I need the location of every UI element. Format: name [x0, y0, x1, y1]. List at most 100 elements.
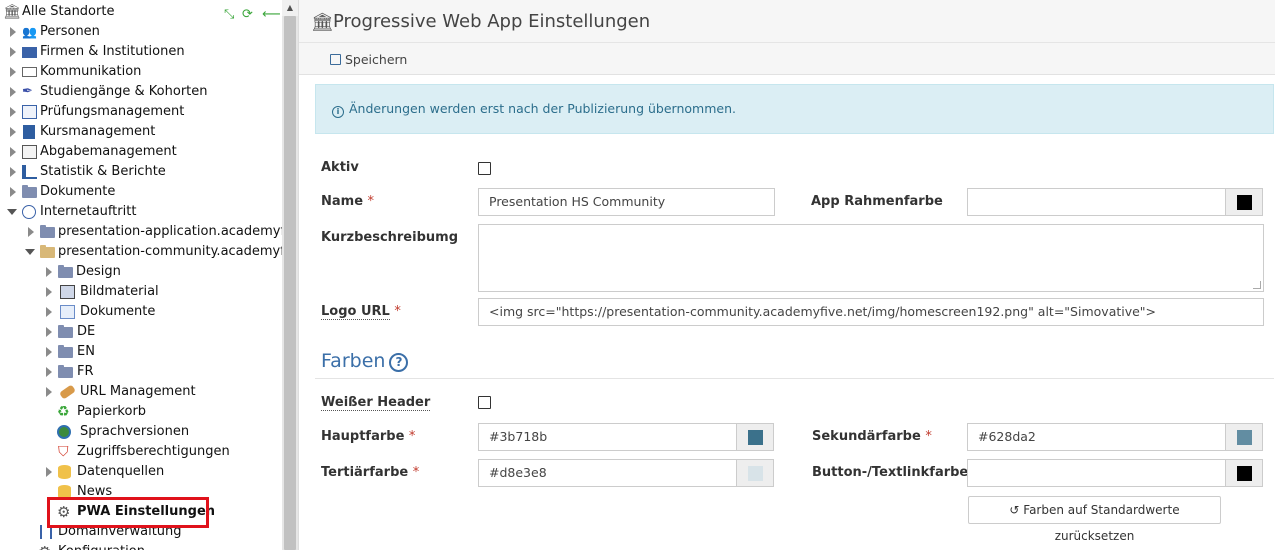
- tree-item-label: Personen: [40, 24, 100, 39]
- active-checkbox[interactable]: [478, 162, 491, 175]
- expand-icon[interactable]: [46, 267, 52, 277]
- logo-url-label: Logo URL *: [321, 304, 401, 320]
- mail-icon: [22, 67, 37, 77]
- expand-icon[interactable]: [10, 67, 16, 77]
- resize-grip-icon[interactable]: [1253, 281, 1261, 289]
- expand-icon[interactable]: [46, 347, 52, 357]
- tree-item-design[interactable]: Design: [0, 262, 282, 282]
- expand-icon[interactable]: [10, 47, 16, 57]
- tree-item-url-management[interactable]: URL Management: [0, 382, 282, 402]
- primary-color-label: Hauptfarbe *: [321, 429, 416, 444]
- folder-icon: [40, 225, 55, 238]
- colors-section-heading: Farben?: [321, 348, 409, 374]
- people-icon: 👥: [22, 25, 37, 39]
- section-divider: [315, 378, 1274, 379]
- tree-item-datenquellen[interactable]: Datenquellen: [0, 462, 282, 482]
- tree-item-label: Internetauftritt: [40, 204, 137, 219]
- frame-color-picker[interactable]: [1225, 188, 1263, 216]
- tree-item-bildmaterial[interactable]: Bildmaterial: [0, 282, 282, 302]
- tree-item-sprachversionen[interactable]: Sprachversionen: [0, 422, 282, 442]
- tree-item-en[interactable]: EN: [0, 342, 282, 362]
- expand-icon[interactable]: [46, 367, 52, 377]
- expand-icon[interactable]: [10, 127, 16, 137]
- tree-item-label: Kursmanagement: [40, 124, 156, 139]
- form-icon: [22, 145, 37, 159]
- tree-item-internetauftritt[interactable]: Internetauftritt: [0, 202, 282, 222]
- expand-icon[interactable]: [46, 307, 52, 317]
- name-input[interactable]: Presentation HS Community: [478, 188, 775, 216]
- color-swatch: [748, 466, 763, 481]
- tree-item-firmen[interactable]: Firmen & Institutionen: [0, 42, 282, 62]
- color-swatch: [1237, 430, 1252, 445]
- color-swatch: [1237, 466, 1252, 481]
- short-description-textarea[interactable]: [478, 224, 1264, 292]
- folder-icon: [58, 265, 73, 278]
- tree-item-kursmanagement[interactable]: Kursmanagement: [0, 122, 282, 142]
- tree-item-label: Dokumente: [80, 304, 156, 319]
- floppy-disk-icon: [330, 54, 341, 65]
- tree-item-papierkorb[interactable]: ♻ Papierkorb: [0, 402, 282, 422]
- tertiary-color-picker[interactable]: [736, 459, 774, 487]
- scroll-up-icon[interactable]: ▲: [282, 0, 298, 16]
- tree-item-label: Firmen & Institutionen: [40, 44, 185, 59]
- tree-item-presentation-application[interactable]: presentation-application.academyfive: [0, 222, 298, 242]
- info-icon: i: [332, 106, 344, 118]
- expand-icon[interactable]: [46, 387, 52, 397]
- tree-item-zugriffsberechtigungen[interactable]: ⛉ Zugriffsberechtigungen: [0, 442, 282, 462]
- expand-icon[interactable]: [10, 147, 16, 157]
- tree-item-label: Kommunikation: [40, 64, 142, 79]
- expand-icon[interactable]: [28, 227, 34, 237]
- globe-icon: [57, 425, 71, 439]
- refresh-icon[interactable]: ⟳: [242, 8, 253, 22]
- help-icon[interactable]: ?: [389, 353, 409, 372]
- expand-icon[interactable]: [46, 327, 52, 337]
- collapse-all-icon[interactable]: ⤡: [224, 8, 234, 22]
- expand-icon[interactable]: [10, 87, 16, 97]
- reset-colors-button[interactable]: ↺ Farben auf Standardwerte zurücksetzen: [968, 496, 1221, 543]
- tree-item-statistik[interactable]: Statistik & Berichte: [0, 162, 282, 182]
- open-folder-icon: [40, 245, 55, 258]
- tree-item-abgabemanagement[interactable]: Abgabemanagement: [0, 142, 282, 162]
- tree-item-pruefungsmanagement[interactable]: Prüfungsmanagement: [0, 102, 282, 122]
- secondary-color-input[interactable]: #628da2: [967, 423, 1226, 451]
- expand-icon[interactable]: [46, 287, 52, 297]
- expand-icon[interactable]: [10, 167, 16, 177]
- tree-item-fr[interactable]: FR: [0, 362, 282, 382]
- logo-url-input[interactable]: <img src="https://presentation-community…: [478, 298, 1264, 326]
- tree-item-de[interactable]: DE: [0, 322, 282, 342]
- expand-icon[interactable]: [10, 187, 16, 197]
- expand-icon[interactable]: [10, 107, 16, 117]
- tree-item-personen[interactable]: 👥 Personen: [0, 22, 282, 42]
- back-arrow-icon[interactable]: ⟵: [262, 8, 281, 22]
- expand-icon[interactable]: [10, 27, 16, 37]
- button-color-picker[interactable]: [1225, 459, 1263, 487]
- tree-item-presentation-community[interactable]: presentation-community.academyfive: [0, 242, 298, 262]
- collapse-icon[interactable]: [7, 209, 17, 215]
- frame-color-input[interactable]: [967, 188, 1226, 216]
- tree-item-kommunikation[interactable]: Kommunikation: [0, 62, 282, 82]
- save-button[interactable]: Speichern: [330, 51, 407, 69]
- primary-color-picker[interactable]: [736, 423, 774, 451]
- tree-item-konfiguration[interactable]: ⚙ Konfiguration: [0, 542, 282, 550]
- tree-item-label: Design: [76, 264, 121, 279]
- quill-icon: ✒: [22, 84, 33, 99]
- tree-item-label: Abgabemanagement: [40, 144, 177, 159]
- tertiary-color-input[interactable]: #d8e3e8: [478, 459, 737, 487]
- expand-icon[interactable]: [46, 467, 52, 477]
- sidebar-scrollbar-thumb[interactable]: [284, 16, 296, 550]
- reset-colors-label: Farben auf Standardwerte zurücksetzen: [1023, 503, 1180, 543]
- button-color-input[interactable]: [967, 459, 1226, 487]
- tree-item-dokumente[interactable]: Dokumente: [0, 182, 282, 202]
- tree-item-dokumente-2[interactable]: Dokumente: [0, 302, 282, 322]
- chart-doc-icon: [22, 105, 37, 119]
- tree-item-label: presentation-community.academyfive: [58, 244, 298, 259]
- page-header: 🏛 Progressive Web App Einstellungen: [299, 0, 1275, 43]
- secondary-color-picker[interactable]: [1225, 423, 1263, 451]
- tree-item-studiengaenge[interactable]: ✒ Studiengänge & Kohorten: [0, 82, 282, 102]
- secondary-color-label: Sekundärfarbe *: [812, 429, 932, 444]
- primary-color-input[interactable]: #3b718b: [478, 423, 737, 451]
- white-header-checkbox[interactable]: [478, 396, 491, 409]
- tree-item-label: Sprachversionen: [80, 424, 190, 439]
- navigation-tree-panel: 🏛 Alle Standorte ⤡ ⟳ ⟵ 👥 Personen Firmen…: [0, 0, 298, 550]
- collapse-icon[interactable]: [25, 249, 35, 255]
